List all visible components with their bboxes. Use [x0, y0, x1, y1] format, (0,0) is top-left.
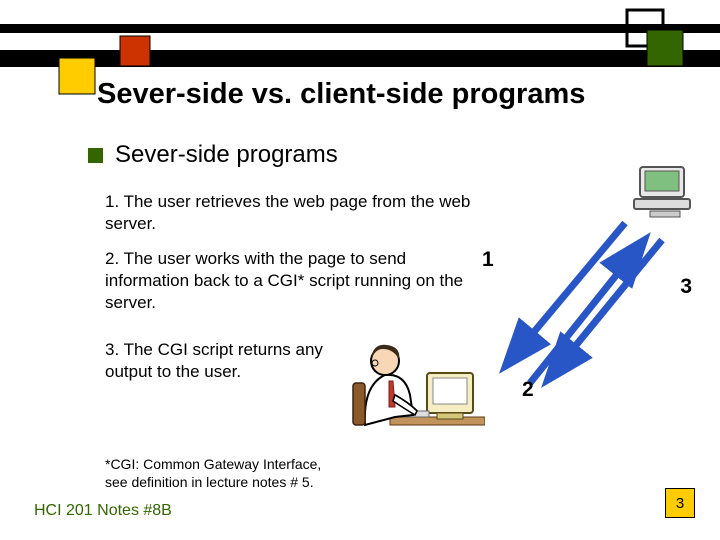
bullet-square-icon — [88, 148, 103, 163]
list-item: 1. The user retrieves the web page from … — [105, 191, 485, 235]
slide-header-decoration — [0, 0, 720, 90]
arrow-group — [490, 215, 670, 395]
list-item: 2. The user works with the page to send … — [105, 248, 465, 313]
client-server-diagram: 1 2 3 — [480, 175, 710, 425]
diagram-label-2: 2 — [522, 378, 534, 402]
user-at-computer-icon — [335, 325, 485, 440]
diagram-label-3: 3 — [680, 275, 692, 299]
diagram-label-1: 1 — [482, 248, 494, 272]
subtitle-row: Sever-side programs — [88, 141, 338, 169]
server-computer-icon — [630, 165, 700, 220]
subtitle-text: Sever-side programs — [115, 141, 338, 169]
slide-title: Sever-side vs. client-side programs — [97, 78, 585, 111]
page-number-badge: 3 — [665, 488, 695, 518]
page-number: 3 — [676, 495, 684, 512]
footnote-text: *CGI: Common Gateway Interface, see defi… — [105, 455, 345, 491]
footer-course-label: HCI 201 Notes #8B — [34, 502, 172, 520]
list-item: 3. The CGI script returns any output to … — [105, 339, 335, 383]
